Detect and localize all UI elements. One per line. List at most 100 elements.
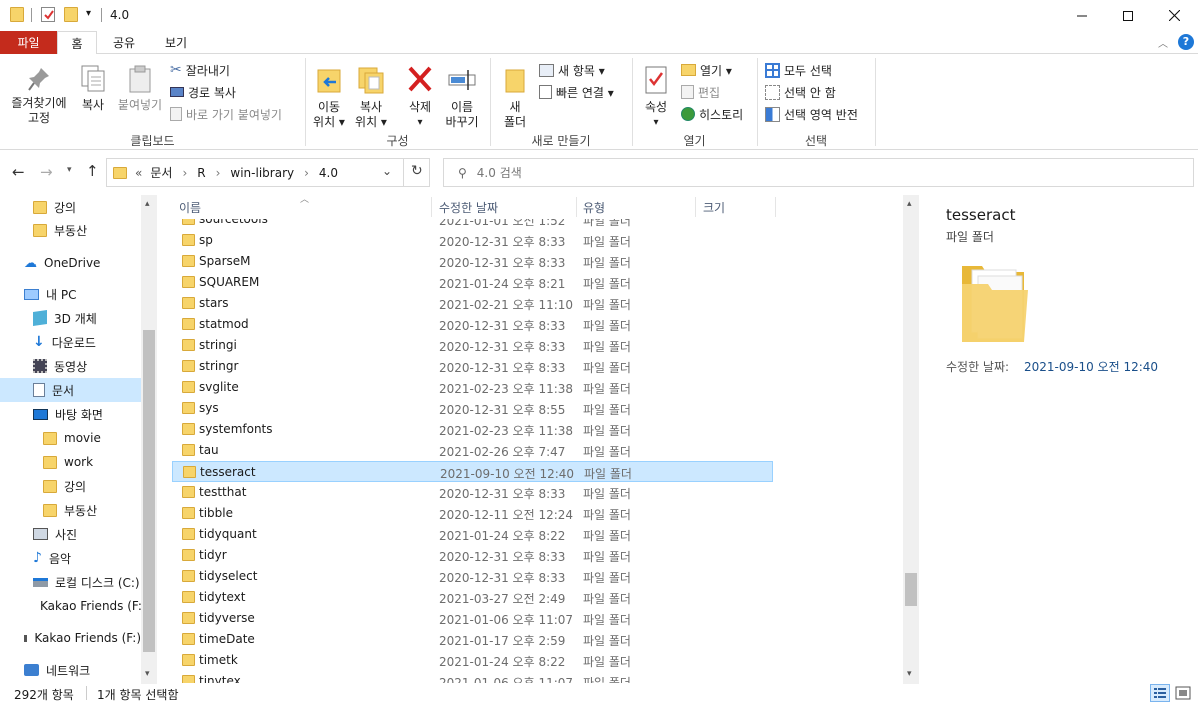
details-view-button[interactable]	[1150, 684, 1170, 702]
nav-item[interactable]: 3D 개체	[33, 307, 97, 329]
divider[interactable]	[431, 197, 432, 217]
invert-selection-button[interactable]: 선택 영역 반전	[765, 104, 858, 124]
nav-item[interactable]: 바탕 화면	[33, 403, 103, 425]
column-modified[interactable]: 수정한 날짜	[439, 199, 498, 216]
copy-to-button[interactable]: 복사 위치 ▾	[352, 64, 390, 130]
file-list-scrollbar[interactable]: ▴ ▾	[903, 195, 919, 684]
history-button[interactable]: 히스토리	[681, 104, 743, 124]
properties-button[interactable]: 속성 ▾	[638, 64, 674, 130]
nav-item[interactable]: 강의	[33, 196, 76, 218]
copy-button[interactable]: 복사	[76, 64, 110, 113]
table-row[interactable]: tibble 2020-12-11 오전 12:24 파일 폴더	[172, 503, 902, 524]
nav-item-this-pc[interactable]: 내 PC	[24, 283, 76, 305]
quick-access-dropdown-icon[interactable]: ▾	[86, 8, 91, 19]
scroll-down-icon[interactable]: ▾	[907, 669, 912, 679]
close-button[interactable]	[1151, 0, 1197, 31]
tab-file[interactable]: 파일	[0, 31, 57, 54]
breadcrumb-win-library[interactable]: win-library	[230, 166, 294, 180]
nav-item-documents[interactable]: 문서	[33, 379, 74, 401]
up-icon[interactable]: ↑	[86, 162, 99, 180]
scroll-down-icon[interactable]: ▾	[145, 669, 150, 679]
help-icon[interactable]: ?	[1178, 34, 1194, 50]
column-name[interactable]: 이름	[179, 199, 201, 216]
table-row[interactable]: sys 2020-12-31 오후 8:55 파일 폴더	[172, 398, 902, 419]
nav-item[interactable]: work	[43, 451, 93, 473]
collapse-ribbon-icon[interactable]: ︿	[1158, 35, 1168, 50]
table-row[interactable]: tidytext 2021-03-27 오전 2:49 파일 폴더	[172, 587, 902, 608]
nav-item[interactable]: 부동산	[43, 499, 97, 521]
nav-item-onedrive[interactable]: ☁ OneDrive	[24, 252, 100, 274]
properties-quick-icon[interactable]	[41, 7, 55, 22]
new-folder-button[interactable]: 새 폴더	[498, 64, 532, 130]
divider[interactable]	[695, 197, 696, 217]
address-dropdown-icon[interactable]: ⌄	[382, 164, 392, 178]
cut-button[interactable]: ✂ 잘라내기	[170, 60, 230, 80]
nav-item[interactable]: 강의	[43, 475, 86, 497]
minimize-button[interactable]	[1059, 0, 1105, 31]
divider[interactable]	[775, 197, 776, 217]
nav-item[interactable]: 로컬 디스크 (C:)	[33, 571, 141, 593]
nav-item[interactable]: ↓ 다운로드	[33, 331, 96, 353]
select-none-button[interactable]: 선택 안 함	[765, 82, 836, 102]
back-icon[interactable]: ←	[12, 163, 25, 181]
move-to-button[interactable]: 이동 위치 ▾	[310, 64, 348, 130]
nav-item[interactable]: Kakao Friends (F:)	[33, 595, 141, 617]
table-row[interactable]: timeDate 2021-01-17 오후 2:59 파일 폴더	[172, 629, 902, 650]
scroll-up-icon[interactable]: ▴	[907, 199, 912, 209]
refresh-icon[interactable]: ↻	[411, 163, 423, 179]
tab-home[interactable]: 홈	[57, 31, 97, 55]
nav-item[interactable]: 부동산	[33, 219, 87, 241]
breadcrumb-documents[interactable]: 문서	[150, 164, 172, 181]
maximize-button[interactable]	[1105, 0, 1151, 31]
column-type[interactable]: 유형	[583, 199, 605, 216]
nav-scrollbar[interactable]: ▴ ▾	[141, 195, 157, 684]
new-folder-quick-icon[interactable]	[64, 7, 78, 22]
table-row[interactable]: tau 2021-02-26 오후 7:47 파일 폴더	[172, 440, 902, 461]
table-row[interactable]: statmod 2020-12-31 오후 8:33 파일 폴더	[172, 314, 902, 335]
table-row[interactable]: SparseM 2020-12-31 오후 8:33 파일 폴더	[172, 251, 902, 272]
search-input[interactable]: ⚲ 4.0 검색	[443, 158, 1194, 187]
table-row[interactable]: svglite 2021-02-23 오후 11:38 파일 폴더	[172, 377, 902, 398]
nav-item[interactable]: 사진	[33, 523, 77, 545]
address-box[interactable]: « 문서 › R › win-library › 4.0 ⌄ ↻	[106, 158, 430, 187]
open-button[interactable]: 열기 ▾	[681, 60, 732, 80]
table-row[interactable]: tidyverse 2021-01-06 오후 11:07 파일 폴더	[172, 608, 902, 629]
copy-path-button[interactable]: 경로 복사	[170, 82, 236, 102]
edit-button[interactable]: 편집	[681, 82, 720, 102]
table-row[interactable]: stars 2021-02-21 오후 11:10 파일 폴더	[172, 293, 902, 314]
paste-shortcut-button[interactable]: 바로 가기 붙여넣기	[170, 104, 282, 124]
tab-share[interactable]: 공유	[100, 31, 148, 54]
select-all-button[interactable]: 모두 선택	[765, 60, 832, 80]
divider[interactable]	[576, 197, 577, 217]
nav-item[interactable]: Kakao Friends (F:)	[24, 627, 141, 649]
rename-button[interactable]: 이름 바꾸기	[442, 64, 482, 130]
table-row[interactable]: tesseract 2021-09-10 오전 12:40 파일 폴더	[172, 461, 773, 482]
scroll-up-icon[interactable]: ▴	[145, 199, 150, 209]
table-row[interactable]: tinytex 2021-01-06 오후 11:07 파일 폴더	[172, 671, 902, 683]
breadcrumb-r[interactable]: R	[197, 166, 205, 180]
table-row[interactable]: tidyr 2020-12-31 오후 8:33 파일 폴더	[172, 545, 902, 566]
breadcrumb-4-0[interactable]: 4.0	[319, 166, 338, 180]
new-item-button[interactable]: 새 항목 ▾	[539, 60, 605, 80]
table-row[interactable]: timetk 2021-01-24 오후 8:22 파일 폴더	[172, 650, 902, 671]
delete-button[interactable]: 삭제 ▾	[403, 64, 437, 130]
forward-icon[interactable]: →	[40, 163, 53, 181]
pin-to-quick-access-button[interactable]: 즐겨찾기에 고정	[6, 66, 72, 126]
table-row[interactable]: tidyselect 2020-12-31 오후 8:33 파일 폴더	[172, 566, 902, 587]
table-row[interactable]: stringr 2020-12-31 오후 8:33 파일 폴더	[172, 356, 902, 377]
tab-view[interactable]: 보기	[152, 31, 200, 54]
delete-dropdown-icon[interactable]: ▾	[403, 115, 437, 130]
nav-item[interactable]: ♪ 음악	[33, 547, 71, 569]
easy-access-button[interactable]: 빠른 연결 ▾	[539, 82, 614, 102]
table-row[interactable]: SQUAREM 2021-01-24 오후 8:21 파일 폴더	[172, 272, 902, 293]
nav-item[interactable]: 동영상	[33, 355, 87, 377]
table-row[interactable]: testthat 2020-12-31 오후 8:33 파일 폴더	[172, 482, 902, 503]
table-row[interactable]: sp 2020-12-31 오후 8:33 파일 폴더	[172, 230, 902, 251]
paste-button[interactable]: 붙여넣기	[116, 64, 164, 113]
column-size[interactable]: 크기	[703, 199, 725, 216]
table-row[interactable]: stringi 2020-12-31 오후 8:33 파일 폴더	[172, 335, 902, 356]
nav-item[interactable]: movie	[43, 427, 101, 449]
large-icons-view-button[interactable]	[1174, 685, 1192, 701]
scrollbar-thumb[interactable]	[905, 573, 917, 606]
properties-dropdown-icon[interactable]: ▾	[638, 115, 674, 130]
